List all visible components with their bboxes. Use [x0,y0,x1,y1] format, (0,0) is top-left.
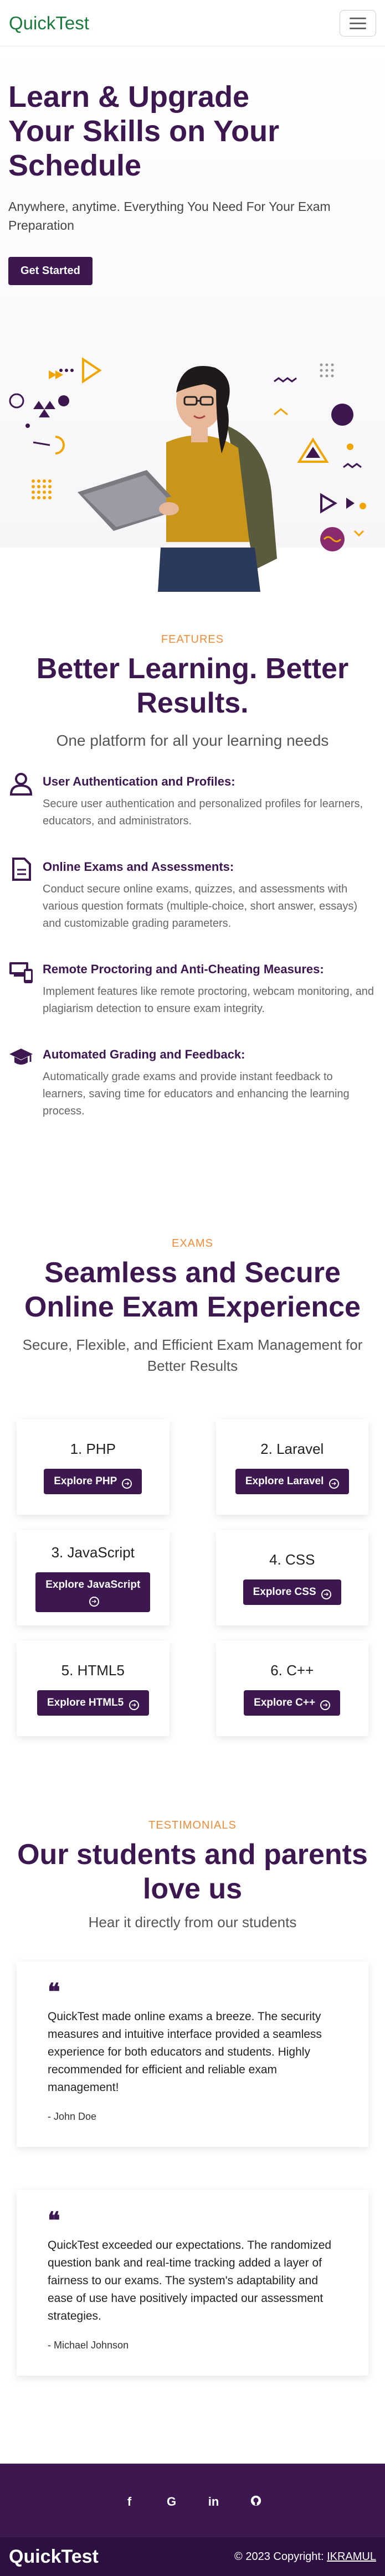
graduation-cap-icon [8,1044,35,1071]
arrow-circle-right-icon: ➜ [122,1478,132,1489]
document-icon [8,856,35,883]
exams-section: EXAMS Seamless and Secure Online Exam Ex… [0,1149,385,1752]
testimonials-tag: TESTIMONIALS [148,1819,237,1831]
social-links: f G in [0,2495,385,2510]
quote-icon: ❝ [48,2207,60,2234]
exam-grid: 1. PHP Explore PHP ➜ 2. Laravel Explore … [0,1419,385,1752]
exam-card-title: 1. PHP [70,1440,116,1457]
testimonial-text: QuickTest exceeded our expectations. The… [48,2239,332,2322]
feature-text: Implement features like remote proctorin… [43,985,374,1015]
footer-bar: QuickTest © 2023 Copyright: IKRAMUL [0,2537,385,2576]
hero-subtitle: Anywhere, anytime. Everything You Need F… [8,199,331,233]
page: QuickTest Learn & Upgrade Your Skills on… [0,0,385,2576]
testimonial-text: QuickTest made online exams a breeze. Th… [48,2010,322,2094]
button-label: Explore Laravel [245,1475,324,1487]
feature-item: Automated Grading and Feedback: Automati… [8,1046,377,1120]
features-title: Better Learning. Better Results. [36,653,349,719]
testimonial-author: - John Doe [48,2111,97,2122]
testimonials-subtitle: Hear it directly from our students [88,1914,297,1930]
feature-item: Remote Proctoring and Anti-Cheating Meas… [8,961,377,1018]
explore-cpp-button[interactable]: Explore C++ ➜ [244,1690,341,1716]
footer: f G in QuickTest © 2023 Copyright: IKRAM… [0,2464,385,2576]
explore-html5-button[interactable]: Explore HTML5 ➜ [37,1690,149,1716]
exam-card-css: 4. CSS Explore CSS ➜ [215,1530,368,1625]
button-label: Explore C++ [254,1696,316,1708]
testimonials-section: TESTIMONIALS Our students and parents lo… [0,1752,385,2376]
exams-title: Seamless and Secure Online Exam Experien… [24,1257,361,1323]
feature-text: Automatically grade exams and provide in… [43,1071,350,1117]
arrow-circle-right-icon: ➜ [129,1700,139,1710]
feature-title: User Authentication and Profiles: [43,775,235,788]
exam-card-title: 4. CSS [269,1551,315,1568]
copyright-text: © 2023 Copyright: [234,2550,327,2563]
exam-card-title: 3. JavaScript [51,1543,135,1561]
exam-card-cpp: 6. C++ Explore C++ ➜ [215,1641,368,1736]
decorative-shapes-right [274,363,366,551]
testimonial-card: ❝ QuickTest made online exams a breeze. … [17,1961,368,2147]
testimonial-author: - Michael Johnson [48,2340,129,2351]
decorative-shapes-left [9,357,102,499]
features-subtitle: One platform for all your learning needs [56,732,329,749]
feature-title: Automated Grading and Feedback: [43,1047,245,1061]
arrow-circle-right-icon: ➜ [320,1700,331,1710]
exams-tag: EXAMS [171,1237,214,1250]
navbar: QuickTest [0,0,385,47]
button-label: Explore PHP [54,1475,117,1487]
explore-php-button[interactable]: Explore PHP ➜ [44,1468,142,1494]
feature-text: Conduct secure online exams, quizzes, an… [43,883,358,930]
hamburger-icon [350,17,366,29]
exams-subtitle: Secure, Flexible, and Efficient Exam Man… [22,1336,363,1374]
student-figure [78,366,277,592]
explore-javascript-button[interactable]: Explore JavaScript ➜ [35,1572,151,1612]
arrow-circle-right-icon: ➜ [328,1478,339,1489]
feature-item: Online Exams and Assessments: Conduct se… [8,856,377,932]
exam-card-laravel: 2. Laravel Explore Laravel ➜ [215,1419,368,1515]
feature-list: User Authentication and Profiles: Secure… [0,773,385,1120]
facebook-icon[interactable]: f [123,2495,136,2510]
get-started-button[interactable]: Get Started [8,257,93,285]
google-icon[interactable]: G [165,2495,178,2510]
feature-text: Secure user authentication and personali… [43,798,363,827]
user-icon [8,771,35,798]
exam-card-title: 2. Laravel [260,1440,324,1457]
exam-card-javascript: 3. JavaScript Explore JavaScript ➜ [17,1530,170,1625]
button-label: Explore CSS [253,1586,316,1598]
button-label: Explore JavaScript [45,1578,141,1591]
footer-brand[interactable]: QuickTest [9,2546,99,2568]
feature-title: Remote Proctoring and Anti-Cheating Meas… [43,962,324,976]
exam-card-php: 1. PHP Explore PHP ➜ [17,1419,170,1515]
linkedin-icon[interactable]: in [207,2495,220,2510]
testimonial-card: ❝ QuickTest exceeded our expectations. T… [17,2190,368,2376]
menu-toggle-button[interactable] [340,9,376,37]
feature-title: Online Exams and Assessments: [43,860,234,874]
feature-item: User Authentication and Profiles: Secure… [8,773,377,830]
arrow-circle-right-icon: ➜ [89,1596,99,1607]
exam-card-title: 6. C++ [270,1661,314,1679]
features-tag: FEATURES [161,633,224,646]
exam-card-title: 5. HTML5 [61,1661,125,1679]
hero-illustration [9,357,366,592]
copyright: © 2023 Copyright: IKRAMUL [234,2551,376,2563]
github-icon[interactable] [249,2495,263,2510]
quote-icon: ❝ [48,1978,60,2005]
explore-css-button[interactable]: Explore CSS ➜ [243,1579,341,1605]
hero-section: Learn & Upgrade Your Skills on Your Sche… [0,47,385,592]
hero-title: Learn & Upgrade Your Skills on Your Sche… [8,80,280,182]
testimonials-title: Our students and parents love us [17,1839,368,1905]
copyright-link[interactable]: IKRAMUL [327,2551,376,2563]
explore-laravel-button[interactable]: Explore Laravel ➜ [235,1468,349,1494]
features-section: FEATURES Better Learning. Better Results… [0,548,385,1120]
exam-card-html5: 5. HTML5 Explore HTML5 ➜ [17,1641,170,1736]
devices-icon [8,959,35,985]
button-label: Explore HTML5 [47,1696,124,1708]
brand-logo[interactable]: QuickTest [9,13,89,34]
arrow-circle-right-icon: ➜ [321,1589,331,1599]
